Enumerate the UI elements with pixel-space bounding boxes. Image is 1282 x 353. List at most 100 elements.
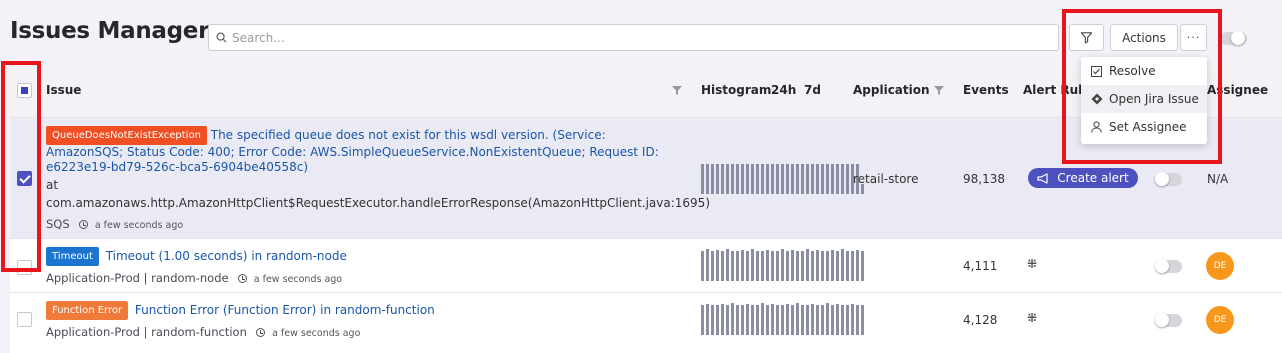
histogram-bar	[841, 164, 844, 194]
histogram-bar	[826, 164, 829, 194]
histogram-bar	[831, 164, 834, 194]
histogram-bar	[806, 164, 809, 194]
histogram-bar	[706, 304, 709, 335]
histogram-chart	[701, 248, 864, 281]
more-options-button[interactable]: ···	[1180, 24, 1207, 51]
histogram-bar	[836, 251, 839, 281]
histogram-bar	[796, 303, 799, 335]
histogram-bar	[726, 305, 729, 335]
search-bar[interactable]	[208, 24, 1059, 51]
column-events[interactable]: Events	[963, 83, 1009, 97]
stack-frame: com.amazonaws.http.AmazonHttpClient$Requ…	[46, 196, 711, 210]
histogram-chart	[701, 302, 864, 335]
issue-title-link[interactable]: Function Error (Function Error) in rando…	[135, 303, 435, 317]
histogram-bar	[791, 250, 794, 281]
histogram-bar	[741, 164, 744, 194]
column-histogram: Histogram	[701, 83, 772, 97]
histogram-bar	[786, 164, 789, 194]
actions-button[interactable]: Actions	[1110, 24, 1178, 51]
table-row[interactable]: Function Error Function Error (Function …	[10, 292, 1282, 353]
view-toggle[interactable]	[1220, 31, 1247, 45]
histogram-range-24h[interactable]: 24h	[771, 83, 796, 97]
histogram-bar	[716, 250, 719, 281]
histogram-bar	[846, 305, 849, 335]
histogram-bar	[826, 303, 829, 335]
avatar[interactable]: DE	[1206, 252, 1234, 280]
select-all-checkbox[interactable]	[17, 83, 32, 98]
histogram-bar	[786, 251, 789, 281]
alert-toggle[interactable]	[1155, 313, 1182, 327]
histogram-bar	[811, 251, 814, 281]
issue-meta: Application-Prod | random-node a few sec…	[46, 267, 342, 286]
source-label: SQS	[46, 217, 70, 231]
histogram-bar	[771, 251, 774, 281]
histogram-bar	[746, 251, 749, 281]
histogram-bar	[811, 164, 814, 194]
table-row[interactable]: Timeout Timeout (1.00 seconds) in random…	[10, 238, 1282, 292]
histogram-bar	[726, 164, 729, 194]
histogram-range-7d[interactable]: 7d	[804, 83, 821, 97]
histogram-bar	[801, 164, 804, 194]
histogram-bar	[776, 164, 779, 194]
alert-toggle[interactable]	[1155, 259, 1182, 273]
issue-meta-text: Application-Prod | random-node	[46, 271, 229, 285]
jira-diamond-icon	[1091, 93, 1105, 105]
histogram-bar	[761, 164, 764, 194]
issue-tag: Function Error	[46, 301, 129, 320]
histogram-bar	[721, 251, 724, 281]
histogram-bar	[771, 304, 774, 335]
menu-item-set-assignee[interactable]: Set Assignee	[1081, 113, 1207, 141]
column-issue[interactable]: Issue	[46, 83, 81, 97]
histogram-bar	[841, 305, 844, 335]
avatar[interactable]: DE	[1206, 306, 1234, 334]
create-alert-button[interactable]: Create alert	[1028, 168, 1138, 188]
menu-item-label: Resolve	[1109, 64, 1156, 78]
application-filter-icon[interactable]	[934, 86, 944, 95]
histogram-bar	[751, 305, 754, 335]
row-checkbox[interactable]	[17, 312, 32, 327]
issue-meta: Application-Prod | random-function a few…	[46, 321, 360, 340]
histogram-bar	[851, 251, 854, 281]
issue-meta-text: Application-Prod | random-function	[46, 325, 247, 339]
histogram-bar	[701, 251, 704, 281]
histogram-bar	[861, 251, 864, 281]
issue-filter-icon[interactable]	[672, 86, 682, 95]
histogram-bar	[731, 303, 734, 335]
alert-toggle[interactable]	[1155, 172, 1182, 186]
check-square-icon	[1091, 65, 1105, 77]
histogram-bar	[796, 164, 799, 194]
histogram-bar	[721, 164, 724, 194]
histogram-bar	[716, 164, 719, 194]
menu-item-open-jira[interactable]: Open Jira Issue	[1081, 85, 1207, 113]
issue-title-link[interactable]: Timeout (1.00 seconds) in random-node	[106, 249, 347, 263]
histogram-bar	[821, 164, 824, 194]
histogram-bar	[751, 249, 754, 281]
events-count: 4,111	[963, 259, 998, 273]
histogram-bar	[816, 250, 819, 281]
search-input[interactable]	[232, 30, 1032, 45]
histogram-bar	[811, 304, 814, 335]
histogram-bar	[841, 249, 844, 281]
histogram-bar	[831, 250, 834, 281]
row-checkbox[interactable]	[17, 171, 32, 186]
histogram-bar	[801, 305, 804, 335]
issue-tag: QueueDoesNotExistException	[46, 126, 207, 145]
histogram-bar	[751, 164, 754, 194]
events-count: 4,128	[963, 313, 998, 327]
slack-icon: ⁜	[1027, 257, 1038, 271]
filter-button[interactable]	[1069, 24, 1104, 51]
column-application[interactable]: Application	[853, 83, 930, 97]
clock-icon	[237, 274, 247, 283]
menu-item-resolve[interactable]: Resolve	[1081, 57, 1207, 85]
histogram-bar	[821, 251, 824, 281]
histogram-bar	[771, 164, 774, 194]
column-assignee: Assignee	[1207, 83, 1269, 97]
histogram-bar	[801, 251, 804, 281]
histogram-bar	[826, 251, 829, 281]
menu-item-label: Set Assignee	[1109, 120, 1187, 134]
row-checkbox[interactable]	[17, 260, 32, 275]
events-count: 98,138	[963, 172, 1005, 186]
histogram-bar	[741, 250, 744, 281]
histogram-bar	[806, 249, 809, 281]
histogram-bar	[711, 305, 714, 335]
